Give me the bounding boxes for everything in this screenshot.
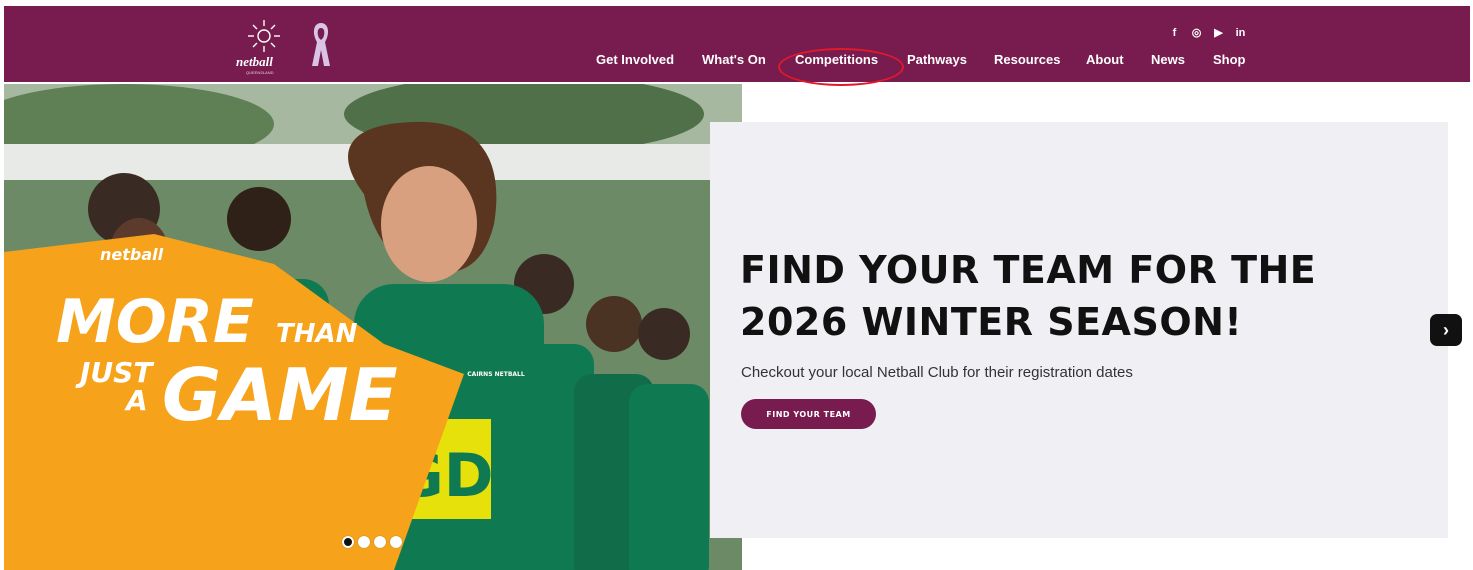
main-nav: Get Involved What's On Competitions Path… [4, 52, 1470, 72]
facebook-icon[interactable]: f [1168, 26, 1181, 39]
nav-about[interactable]: About [1086, 52, 1124, 67]
hero-title: FIND YOUR TEAM FOR THE 2026 WINTER SEASO… [740, 244, 1380, 348]
hero-photo: GD CAIRNS NETBALL netball MORE THAN JUST… [4, 84, 742, 570]
carousel-dot[interactable] [374, 536, 386, 548]
hero-subtitle: Checkout your local Netball Club for the… [741, 364, 1133, 381]
carousel-dots [342, 536, 402, 548]
banner-a: A [124, 384, 148, 417]
site-header: netball QUEENSLAND f ◎ ▶ in Get Involved… [4, 6, 1470, 86]
nav-get-involved[interactable]: Get Involved [596, 52, 674, 67]
carousel-dot[interactable] [358, 536, 370, 548]
social-links: f ◎ ▶ in [1168, 26, 1247, 40]
jersey-text: CAIRNS NETBALL [467, 371, 525, 378]
banner-game: GAME [162, 353, 398, 437]
carousel-dot[interactable] [342, 536, 354, 548]
annotation-circle [778, 48, 904, 86]
find-your-team-button[interactable]: FIND YOUR TEAM [741, 399, 876, 429]
linkedin-icon[interactable]: in [1234, 26, 1247, 39]
nav-resources[interactable]: Resources [994, 52, 1060, 67]
nav-whats-on[interactable]: What's On [702, 52, 766, 67]
nav-shop[interactable]: Shop [1213, 52, 1246, 67]
carousel-dot[interactable] [390, 536, 402, 548]
hero-title-line-1: FIND YOUR TEAM FOR THE [740, 248, 1317, 292]
sunburst-icon [248, 20, 280, 52]
banner-than: THAN [276, 319, 358, 349]
hero-title-line-2: 2026 WINTER SEASON! [740, 300, 1243, 344]
banner-more: MORE [56, 287, 254, 357]
nav-pathways[interactable]: Pathways [907, 52, 967, 67]
next-slide-button[interactable]: › [1430, 314, 1462, 346]
chevron-right-icon: › [1443, 320, 1449, 340]
instagram-icon[interactable]: ◎ [1190, 26, 1203, 39]
hero-image: GD CAIRNS NETBALL netball MORE THAN JUST… [4, 84, 742, 570]
youtube-icon[interactable]: ▶ [1212, 26, 1225, 39]
banner-brand: netball [100, 245, 164, 264]
nav-news[interactable]: News [1151, 52, 1185, 67]
